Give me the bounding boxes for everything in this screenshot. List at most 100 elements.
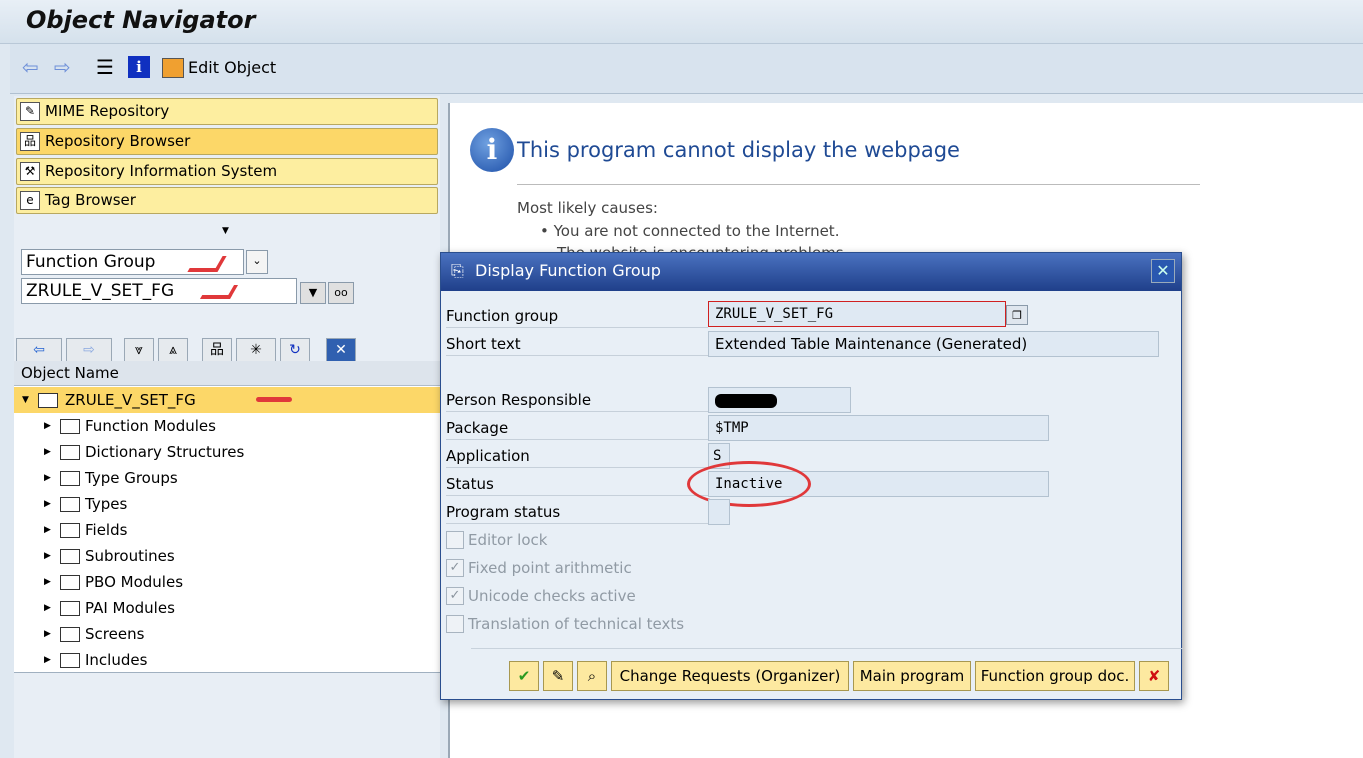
arrow-left-icon[interactable]: ⇦ xyxy=(22,56,39,78)
checkmark-icon: ✓ xyxy=(446,559,464,577)
close-tree-icon[interactable]: ✕ xyxy=(326,338,356,362)
hierarchy-up-icon[interactable]: 品 xyxy=(202,338,232,362)
display-icon: ⎘ xyxy=(451,261,464,280)
tree-root[interactable]: ▼ ZRULE_V_SET_FG xyxy=(14,387,440,413)
nav-label: MIME Repository xyxy=(45,102,170,120)
tree-node-label: Dictionary Structures xyxy=(85,443,245,461)
folder-icon xyxy=(60,549,80,564)
nav-label: Tag Browser xyxy=(45,191,136,209)
expand-arrow-icon[interactable]: ▶ xyxy=(44,439,51,465)
nav-repository-info-system[interactable]: ⚒ Repository Information System xyxy=(16,158,438,185)
tree-node[interactable]: ▶ Types xyxy=(14,491,440,517)
checkbox-box xyxy=(446,615,464,633)
person-responsible-field[interactable] xyxy=(708,387,851,413)
nav-label: Repository Browser xyxy=(45,132,191,150)
object-name-input[interactable]: ZRULE_V_SET_FG xyxy=(21,278,297,304)
info-icon: i xyxy=(470,128,514,172)
display-glasses-icon[interactable]: oo xyxy=(328,282,354,304)
tree-node-label: PAI Modules xyxy=(85,599,175,617)
arrow-right-icon[interactable]: ⇨ xyxy=(54,56,71,78)
edit-object-button[interactable]: Edit Object xyxy=(188,58,276,77)
checkbox-label: Editor lock xyxy=(468,531,548,549)
program-status-label: Program status xyxy=(446,497,708,524)
tree-back-icon[interactable]: ⇦ xyxy=(16,338,62,362)
edit-object-icon[interactable] xyxy=(162,58,184,78)
expand-arrow-icon[interactable]: ▶ xyxy=(44,465,51,491)
close-icon[interactable]: ✕ xyxy=(1151,259,1175,283)
nav-tag-browser[interactable]: e Tag Browser xyxy=(16,187,438,214)
function-group-doc-button[interactable]: Function group doc. xyxy=(975,661,1135,691)
tree-node[interactable]: ▶ Subroutines xyxy=(14,543,440,569)
tree-node[interactable]: ▶ Includes xyxy=(14,647,440,673)
tree-root-label: ZRULE_V_SET_FG xyxy=(65,391,196,409)
copy-icon[interactable]: ❐ xyxy=(1006,305,1028,325)
function-group-label: Function group xyxy=(446,301,708,328)
folder-icon xyxy=(60,497,80,512)
function-group-field[interactable]: ZRULE_V_SET_FG xyxy=(708,301,1006,327)
nav-repository-browser[interactable]: 品 Repository Browser xyxy=(16,128,438,155)
folder-icon xyxy=(60,471,80,486)
expand-all-icon[interactable]: ⩔ xyxy=(124,338,154,362)
expand-arrow-icon[interactable]: ▶ xyxy=(44,647,51,673)
tree-node-label: Type Groups xyxy=(85,469,178,487)
expand-icon[interactable]: ▼ xyxy=(222,226,229,236)
short-text-field[interactable]: Extended Table Maintenance (Generated) xyxy=(708,331,1159,357)
expand-arrow-icon[interactable]: ▶ xyxy=(44,543,51,569)
package-field[interactable]: $TMP xyxy=(708,415,1049,441)
tree-node[interactable]: ▶ Dictionary Structures xyxy=(14,439,440,465)
expand-arrow-icon[interactable]: ▶ xyxy=(44,595,51,621)
annotation-arrow xyxy=(256,397,292,402)
where-used-icon[interactable]: ⌕ xyxy=(577,661,607,691)
mime-icon: ✎ xyxy=(20,102,40,121)
tree-node-label: Function Modules xyxy=(85,417,216,435)
collapse-all-icon[interactable]: ⩓ xyxy=(158,338,188,362)
person-responsible-label: Person Responsible xyxy=(446,385,708,412)
tree-icon: 品 xyxy=(20,132,40,151)
expand-arrow-icon[interactable]: ▶ xyxy=(44,517,51,543)
editor-lock-checkbox[interactable]: Editor lock xyxy=(446,529,547,551)
tree-node-label: Includes xyxy=(85,651,148,669)
tree-node[interactable]: ▶ PBO Modules xyxy=(14,569,440,595)
tree-node[interactable]: ▶ PAI Modules xyxy=(14,595,440,621)
tree-node-label: Types xyxy=(85,495,128,513)
expand-arrow-icon[interactable]: ▶ xyxy=(44,491,51,517)
tree-node[interactable]: ▶ Function Modules xyxy=(14,413,440,439)
translation-checkbox[interactable]: Translation of technical texts xyxy=(446,613,684,635)
cause-item: • You are not connected to the Internet. xyxy=(540,222,840,240)
fixed-point-checkbox[interactable]: ✓ Fixed point arithmetic xyxy=(446,557,632,579)
tree-node[interactable]: ▶ Screens xyxy=(14,621,440,647)
program-status-field[interactable] xyxy=(708,499,730,525)
collapse-icon[interactable]: ▼ xyxy=(22,387,29,413)
settings-icon[interactable]: ✳ xyxy=(236,338,276,362)
folder-icon xyxy=(60,419,80,434)
tree-forward-icon[interactable]: ⇨ xyxy=(66,338,112,362)
tree-column-header: Object Name xyxy=(14,361,440,386)
short-text-label: Short text xyxy=(446,329,708,356)
chevron-down-icon[interactable]: ⌄ xyxy=(246,250,268,274)
error-title: This program cannot display the webpage xyxy=(517,138,960,162)
tree-node[interactable]: ▶ Fields xyxy=(14,517,440,543)
hierarchy-icon[interactable]: ☰ xyxy=(96,56,114,78)
expand-arrow-icon[interactable]: ▶ xyxy=(44,569,51,595)
info-icon[interactable]: i xyxy=(128,56,150,78)
checkbox-label: Translation of technical texts xyxy=(468,615,685,633)
main-program-button[interactable]: Main program xyxy=(853,661,971,691)
tools-icon: ⚒ xyxy=(20,162,40,181)
dropdown-icon[interactable]: ▼ xyxy=(300,282,326,304)
confirm-check-icon[interactable]: ✔ xyxy=(509,661,539,691)
dialog-header: ⎘ Display Function Group ✕ xyxy=(441,253,1181,291)
unicode-checks-checkbox[interactable]: ✓ Unicode checks active xyxy=(446,585,636,607)
nav-mime-repository[interactable]: ✎ MIME Repository xyxy=(16,98,438,125)
edit-pencil-icon[interactable]: ✎ xyxy=(543,661,573,691)
expand-arrow-icon[interactable]: ▶ xyxy=(44,621,51,647)
refresh-icon[interactable]: ↻ xyxy=(280,338,310,362)
divider xyxy=(517,184,1200,185)
expand-arrow-icon[interactable]: ▶ xyxy=(44,413,51,439)
cause-text: You are not connected to the Internet. xyxy=(553,222,840,240)
change-requests-button[interactable]: Change Requests (Organizer) xyxy=(611,661,849,691)
checkmark-icon: ✓ xyxy=(446,587,464,605)
cancel-icon[interactable]: ✘ xyxy=(1139,661,1169,691)
tree-node[interactable]: ▶ Type Groups xyxy=(14,465,440,491)
checkbox-label: Fixed point arithmetic xyxy=(468,559,632,577)
folder-icon xyxy=(60,523,80,538)
